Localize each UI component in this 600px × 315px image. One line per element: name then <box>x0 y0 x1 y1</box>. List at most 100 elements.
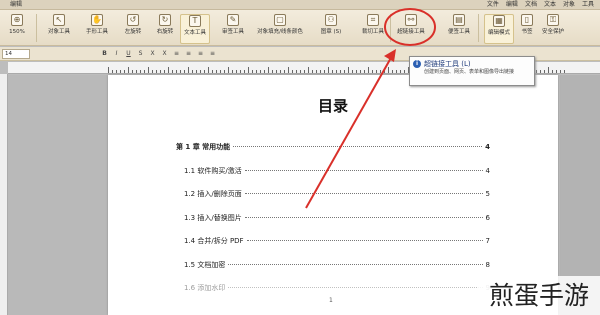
toc-entry[interactable]: 第 1 章 常用功能 4 <box>176 142 490 152</box>
tool-button[interactable]: ▦ 编辑模式 <box>484 14 514 44</box>
zoom-control[interactable]: ⊕ 150% <box>4 14 30 44</box>
page-title: 目录 <box>317 97 348 115</box>
format-button[interactable]: ≡ <box>184 49 193 59</box>
toc-entry[interactable]: 1.1 软件购买/激活 4 <box>184 166 490 176</box>
tool-icon: ⚯ <box>405 14 417 26</box>
toc-leader-dots <box>233 146 483 147</box>
ruler-tick <box>344 70 345 73</box>
format-button[interactable]: X <box>148 49 157 59</box>
toc-entry-page: 8 <box>485 260 490 269</box>
toc-entry-page: 7 <box>485 237 490 245</box>
ruler-tick <box>260 70 261 73</box>
ruler-tick <box>136 70 137 73</box>
menu-item[interactable]: 对象 <box>563 0 575 10</box>
tool-label: 对象填充/线条颜色 <box>257 29 303 35</box>
ruler-tick <box>320 70 321 73</box>
tool-button[interactable]: ⚇ 图章 (S) <box>316 14 346 44</box>
edit-tab[interactable]: 编辑 <box>10 0 22 10</box>
separator <box>36 14 37 42</box>
info-icon: i <box>413 60 421 68</box>
tool-icon: ⌗ <box>367 14 379 26</box>
format-button[interactable]: X <box>160 49 169 59</box>
ruler-tick <box>308 67 309 73</box>
toc-entry-title: 1.3 插入/替换图片 <box>184 213 242 222</box>
ruler-tick <box>264 70 265 73</box>
ruler-tick <box>340 70 341 73</box>
ruler-tick <box>380 70 381 73</box>
tool-label: 手形工具 <box>85 29 108 35</box>
tool-button[interactable]: ↖ 对象工具 <box>44 14 74 44</box>
toc-entry[interactable]: 1.3 插入/替换图片 6 <box>184 213 490 223</box>
tool-label: 便签工具 <box>447 29 470 35</box>
watermark-logo: 煎蛋手游 <box>478 276 600 315</box>
format-button[interactable]: ≡ <box>208 49 217 59</box>
hyperlink-tooltip: i 超链接工具 (L) 创建到页面、网页、表单和图像导出链接 <box>409 56 535 86</box>
toc-entry[interactable]: 1.2 插入/删除页面 5 <box>184 189 490 199</box>
toc-entry-page: 4 <box>485 143 490 151</box>
toc-entry-title: 1.2 插入/删除页面 <box>184 190 242 198</box>
toc-entry-title: 1.6 添加水印 <box>184 284 226 292</box>
toc-entry[interactable]: 1.5 文档加密 8 <box>184 260 490 270</box>
ruler-tick <box>124 70 125 73</box>
ruler-tick <box>560 70 561 73</box>
ruler-tick <box>536 70 537 73</box>
format-button[interactable]: S <box>136 49 145 59</box>
ruler-tick <box>164 70 165 73</box>
format-button[interactable]: I <box>112 49 121 59</box>
tool-button[interactable]: ↺ 左旋转 <box>118 14 148 44</box>
tool-button[interactable]: T 文本工具 <box>180 14 210 44</box>
ruler-tick <box>132 70 133 73</box>
ruler-tick <box>248 67 249 73</box>
format-button[interactable]: ≡ <box>196 49 205 59</box>
ruler-tick <box>276 70 277 73</box>
ruler-tick <box>364 70 365 73</box>
tool-button[interactable]: ▢ 对象填充/线条颜色 <box>252 14 308 44</box>
ribbon-toolbar: ⊕ 150% ↖ 对象工具 ✋ 手形工具 ↺ 左旋转 ↻ 右旋转 T 文本工具 ✎ 审签工具 ▢ 对象填充… <box>0 10 600 46</box>
ruler-tick <box>188 67 189 73</box>
ruler-tick <box>384 70 385 73</box>
tool-button[interactable]: ▤ 便签工具 <box>444 14 474 44</box>
ruler-tick <box>212 70 213 73</box>
ruler-tick <box>116 70 117 73</box>
ruler-tick <box>284 70 285 73</box>
separator <box>478 14 479 42</box>
menu-item[interactable]: 工具 <box>582 0 594 10</box>
tool-icon: ▢ <box>274 14 286 26</box>
ruler-tick <box>204 70 205 73</box>
tool-label: 文本工具 <box>183 30 206 36</box>
toc-entry[interactable]: 1.4 合并/拆分 PDF 7 <box>184 236 490 246</box>
format-button[interactable]: B <box>100 49 109 59</box>
menu-item[interactable]: 文本 <box>544 0 556 10</box>
ruler-tick <box>272 70 273 73</box>
ruler-tick <box>336 70 337 73</box>
ruler-tick <box>396 70 397 73</box>
ruler-tick <box>172 70 173 73</box>
toc-leader-dots <box>246 240 483 241</box>
ruler-tick <box>356 70 357 73</box>
tool-label: 裁切工具 <box>361 29 384 35</box>
ruler-tick <box>376 70 377 73</box>
menu-item[interactable]: 文件 <box>487 0 499 10</box>
tool-button[interactable]: ⌗ 裁切工具 <box>358 14 388 44</box>
tool-label: 安全保护 <box>541 29 564 35</box>
tool-icon: ⚇ <box>325 14 337 26</box>
toc-entry-title: 1.5 文档加密 <box>184 260 226 269</box>
font-size-select[interactable]: 14 <box>2 49 30 59</box>
tool-button[interactable]: ⚯ 超链接工具 <box>396 14 426 44</box>
toc-entry[interactable]: 1.6 添加水印9 <box>184 283 490 293</box>
format-button[interactable]: ≡ <box>172 49 181 59</box>
tool-button[interactable]: ⚿ 安全保护 <box>538 14 568 44</box>
workspace-left <box>8 75 108 315</box>
menu-item[interactable]: 文档 <box>525 0 537 10</box>
tool-icon: ▦ <box>493 15 505 27</box>
ruler-tick <box>392 70 393 73</box>
format-button[interactable]: U <box>124 49 133 59</box>
tool-button[interactable]: ✋ 手形工具 <box>82 14 112 44</box>
ruler-tick <box>148 67 149 73</box>
ruler-tick <box>108 67 109 73</box>
tool-icon: ▯ <box>521 14 533 26</box>
tool-icon: ⚿ <box>547 14 559 26</box>
tool-button[interactable]: ↻ 右旋转 <box>150 14 180 44</box>
menu-item[interactable]: 编辑 <box>506 0 518 10</box>
tool-button[interactable]: ✎ 审签工具 <box>218 14 248 44</box>
